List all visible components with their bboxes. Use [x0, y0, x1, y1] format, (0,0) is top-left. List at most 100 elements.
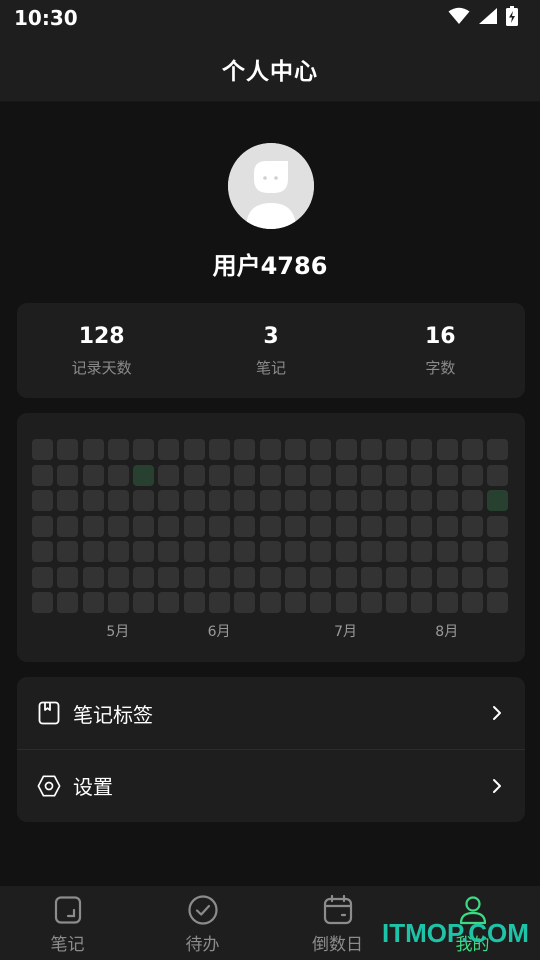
nav-item-todo[interactable]: 待办	[135, 886, 270, 960]
heatmap-cell	[360, 592, 382, 613]
heatmap-cell	[335, 490, 357, 511]
month-label: 7月	[334, 624, 358, 640]
heatmap-cell	[259, 566, 281, 588]
heatmap-cell	[411, 464, 433, 486]
heatmap-grid	[32, 439, 509, 613]
heatmap-cell	[209, 592, 231, 613]
heatmap-cell	[183, 439, 205, 460]
heatmap-cell	[335, 541, 357, 562]
heatmap-cell	[310, 592, 332, 613]
heatmap-cell	[284, 541, 306, 562]
heatmap-cell	[234, 439, 256, 460]
heatmap-cell	[360, 566, 382, 588]
month-label: 8月	[435, 624, 459, 640]
month-label: 5月	[106, 624, 130, 640]
nav-label: 待办	[185, 935, 220, 955]
heatmap-cell	[360, 541, 382, 562]
avatar[interactable]	[228, 143, 314, 229]
activity-heatmap: 5月 6月 7月 8月	[17, 413, 525, 662]
heatmap-cell	[360, 490, 382, 511]
heatmap-cell	[57, 566, 79, 588]
heatmap-cell	[386, 566, 408, 588]
heatmap-cell	[57, 464, 79, 486]
heatmap-cell	[360, 464, 382, 486]
heatmap-cell	[411, 541, 433, 562]
heatmap-cell	[234, 490, 256, 511]
check-circle-icon	[187, 894, 219, 926]
heatmap-cell	[183, 592, 205, 613]
heatmap-cell	[107, 566, 129, 588]
menu-item-note-tags[interactable]: 笔记标签	[17, 677, 525, 749]
heatmap-cell	[335, 439, 357, 460]
screen: 10:30 个人中心 用户4786 128 记录天数 3 笔记 16 字数 5月…	[0, 0, 540, 960]
heatmap-cell	[57, 515, 79, 537]
stat-value: 16	[425, 324, 456, 349]
heatmap-cell	[183, 541, 205, 562]
heatmap-cell	[234, 464, 256, 486]
chevron-right-icon	[489, 705, 505, 721]
heatmap-cell	[133, 541, 155, 562]
menu-item-settings[interactable]: 设置	[17, 749, 525, 821]
month-label: 6月	[207, 624, 231, 640]
heatmap-cell	[158, 541, 180, 562]
heatmap-cell	[133, 464, 155, 486]
heatmap-cell	[259, 515, 281, 537]
app-header: 个人中心	[0, 36, 540, 102]
menu-card: 笔记标签 设置	[17, 677, 525, 822]
heatmap-cell	[462, 464, 484, 486]
heatmap-cell	[436, 515, 458, 537]
heatmap-cell	[32, 541, 53, 562]
heatmap-cell	[57, 592, 79, 613]
heatmap-cell	[487, 566, 509, 588]
heatmap-cell	[158, 515, 180, 537]
menu-label: 笔记标签	[73, 702, 153, 727]
heatmap-cell	[462, 592, 484, 613]
heatmap-cell	[259, 592, 281, 613]
heatmap-cell	[386, 592, 408, 613]
stat-label: 笔记	[255, 359, 286, 377]
heatmap-cell	[183, 566, 205, 588]
heatmap-cell	[107, 439, 129, 460]
heatmap-cell	[57, 490, 79, 511]
heatmap-cell	[158, 464, 180, 486]
heatmap-cell	[133, 515, 155, 537]
note-icon	[52, 894, 84, 926]
watermark-text: ITMOP.COM	[382, 918, 529, 948]
default-avatar-icon	[228, 143, 314, 229]
heatmap-cell	[436, 592, 458, 613]
heatmap-cell	[133, 566, 155, 588]
heatmap-cell	[360, 515, 382, 537]
heatmap-cell	[107, 592, 129, 613]
wifi-icon	[448, 7, 470, 29]
heatmap-cell	[183, 515, 205, 537]
heatmap-cell	[133, 592, 155, 613]
username: 用户4786	[212, 252, 328, 280]
heatmap-cell	[436, 541, 458, 562]
heatmap-cell	[411, 490, 433, 511]
stat-record-days: 128 记录天数	[17, 303, 186, 398]
heatmap-cell	[259, 541, 281, 562]
nav-item-notes[interactable]: 笔记	[0, 886, 135, 960]
stat-value: 128	[78, 324, 125, 349]
heatmap-cell	[234, 515, 256, 537]
heatmap-cell	[82, 515, 104, 537]
heatmap-cell	[462, 490, 484, 511]
heatmap-cell	[386, 541, 408, 562]
heatmap-cell	[487, 439, 509, 460]
heatmap-cell	[107, 464, 129, 486]
heatmap-cell	[310, 515, 332, 537]
heatmap-cell	[411, 566, 433, 588]
heatmap-cell	[411, 592, 433, 613]
heatmap-cell	[284, 566, 306, 588]
heatmap-cell	[32, 592, 53, 613]
heatmap-cell	[209, 490, 231, 511]
heatmap-cell	[32, 515, 53, 537]
heatmap-cell	[386, 439, 408, 460]
heatmap-cell	[310, 541, 332, 562]
settings-icon	[37, 774, 61, 798]
tag-icon	[37, 701, 61, 725]
heatmap-cell	[82, 566, 104, 588]
heatmap-cell	[462, 439, 484, 460]
heatmap-cell	[158, 566, 180, 588]
nav-label: 笔记	[50, 935, 85, 955]
